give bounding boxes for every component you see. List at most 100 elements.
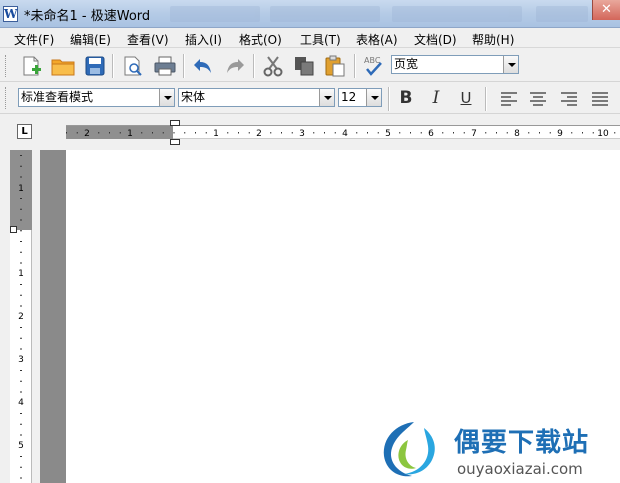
new-document-button[interactable]	[18, 53, 44, 79]
ruler-tick	[20, 284, 22, 285]
ruler-tick	[20, 165, 22, 167]
view-mode-select[interactable]: 标准查看模式	[18, 88, 175, 107]
tab-stop-selector[interactable]: L	[17, 124, 32, 139]
menu-file[interactable]: 文件(F)	[14, 31, 54, 48]
chevron-down-icon[interactable]	[159, 89, 174, 106]
ruler-tick	[270, 132, 272, 134]
open-button[interactable]	[50, 53, 76, 79]
ruler-tick	[420, 132, 422, 134]
align-center-button[interactable]	[525, 86, 551, 112]
ghost-tab	[536, 6, 588, 22]
ruler-tick	[20, 466, 22, 468]
watermark-url: ouyaoxiazai.com	[457, 460, 583, 478]
background-taskbar-ghost	[170, 4, 620, 24]
toolbar-separator	[112, 54, 114, 78]
align-right-button[interactable]	[556, 86, 582, 112]
save-button[interactable]	[82, 53, 108, 79]
cut-button[interactable]	[260, 53, 286, 79]
chevron-down-icon[interactable]	[319, 89, 334, 106]
italic-button[interactable]: I	[423, 86, 449, 110]
zoom-select[interactable]: 页宽	[391, 55, 519, 74]
ruler-tick	[20, 219, 22, 221]
ruler-tick	[442, 132, 444, 134]
menu-table[interactable]: 表格(A)	[356, 31, 398, 48]
site-logo-icon	[383, 422, 435, 477]
ruler-tick	[238, 132, 239, 134]
ruler-tick	[109, 132, 110, 134]
word-app-icon[interactable]: W	[3, 6, 18, 22]
spellcheck-label: ABC	[364, 56, 381, 65]
ruler-tick	[152, 132, 153, 134]
align-left-button[interactable]	[496, 86, 522, 112]
ruler-tick	[324, 132, 325, 134]
redo-button[interactable]	[222, 53, 248, 79]
top-margin-marker[interactable]	[10, 226, 17, 233]
close-button[interactable]: ✕	[592, 0, 620, 20]
align-right-icon	[561, 92, 577, 106]
open-folder-icon	[51, 59, 75, 76]
chevron-down-icon[interactable]	[366, 89, 381, 106]
ruler-tick	[20, 348, 22, 350]
ruler-tick	[20, 230, 22, 232]
ruler-tick	[20, 370, 22, 371]
ruler-tick	[528, 132, 530, 134]
ruler-tick	[184, 132, 186, 134]
ruler-label: 4	[342, 129, 348, 139]
ruler-tick	[20, 434, 22, 436]
toolbar-separator	[183, 54, 185, 78]
zoom-value: 页宽	[394, 57, 419, 71]
menu-bar: 文件(F) 编辑(E) 查看(V) 插入(I) 格式(O) 工具(T) 表格(A…	[0, 28, 620, 48]
bold-button[interactable]: B	[393, 86, 419, 110]
ruler-tick	[20, 413, 22, 414]
redo-icon	[227, 59, 244, 73]
ruler-tick	[539, 132, 540, 134]
ruler-label: 2	[84, 129, 90, 139]
ruler-label: 5	[18, 441, 24, 451]
menu-tools[interactable]: 工具(T)	[300, 31, 341, 48]
ruler-tick	[592, 132, 594, 134]
underline-button[interactable]: U	[453, 86, 479, 110]
menu-format[interactable]: 格式(O)	[239, 31, 282, 48]
ruler-tick	[571, 132, 573, 134]
paste-button[interactable]	[322, 53, 348, 79]
ruler-tick	[549, 132, 551, 134]
ruler-tick	[485, 132, 487, 134]
horizontal-ruler[interactable]: 2 1 1 2 3 4 5 6 7 8 9 10	[66, 120, 620, 145]
font-size-select[interactable]: 12	[338, 88, 382, 107]
ruler-tick	[227, 132, 229, 134]
font-name-select[interactable]: 宋体	[178, 88, 335, 107]
ruler-tick	[20, 198, 22, 199]
toolbar-separator	[354, 54, 356, 78]
ruler-tick	[20, 391, 22, 393]
menu-edit[interactable]: 编辑(E)	[70, 31, 111, 48]
menu-document[interactable]: 文档(D)	[414, 31, 457, 48]
toolbar-grip[interactable]	[5, 87, 8, 109]
ruler-tick	[119, 132, 121, 134]
menu-view[interactable]: 查看(V)	[127, 31, 169, 48]
ruler-area: L 2 1 1 2 3 4 5 6 7 8 9 10	[0, 114, 620, 148]
ghost-tab	[392, 6, 522, 22]
toolbar-grip[interactable]	[5, 55, 8, 77]
left-indent-marker[interactable]	[170, 139, 180, 145]
undo-button[interactable]	[190, 53, 216, 79]
undo-icon	[194, 59, 211, 73]
ruler-label: 1	[213, 129, 219, 139]
vertical-ruler[interactable]: 1 1 2 3 4 5	[10, 150, 32, 483]
ruler-tick	[20, 262, 22, 264]
menu-help[interactable]: 帮助(H)	[472, 31, 514, 48]
copy-button[interactable]	[291, 53, 317, 79]
save-icon	[85, 56, 105, 76]
view-mode-value: 标准查看模式	[21, 90, 94, 104]
ruler-tick	[98, 132, 100, 134]
ruler-tick	[20, 294, 22, 296]
ruler-tick	[205, 132, 207, 134]
print-preview-button[interactable]	[120, 53, 146, 79]
print-button[interactable]	[152, 53, 178, 79]
ghost-tab	[270, 6, 380, 22]
ruler-label: 3	[299, 129, 305, 139]
first-line-indent-marker[interactable]	[170, 120, 180, 126]
justify-button[interactable]	[587, 86, 613, 112]
spellcheck-button[interactable]: ABC	[361, 53, 387, 79]
menu-insert[interactable]: 插入(I)	[185, 31, 222, 48]
chevron-down-icon[interactable]	[503, 56, 518, 73]
